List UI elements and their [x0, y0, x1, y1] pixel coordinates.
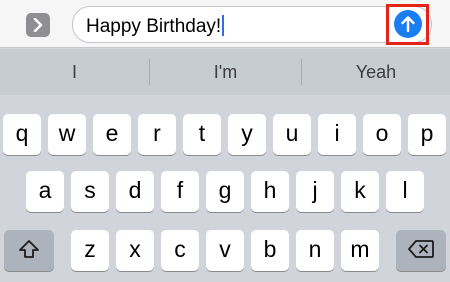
arrow-up-icon	[401, 16, 415, 33]
key-o[interactable]: o	[363, 114, 401, 155]
key-z[interactable]: z	[71, 230, 109, 271]
expand-apps-button[interactable]	[26, 13, 50, 37]
key-d[interactable]: d	[116, 171, 154, 212]
key-r[interactable]: r	[138, 114, 176, 155]
shift-arrow-icon	[19, 240, 39, 258]
key-p[interactable]: p	[408, 114, 446, 155]
key-c[interactable]: c	[161, 230, 199, 271]
key-v[interactable]: v	[206, 230, 244, 271]
predictive-text-bar: I I'm Yeah	[0, 49, 450, 95]
key-k[interactable]: k	[341, 171, 379, 212]
text-caret	[222, 15, 225, 36]
key-a[interactable]: a	[26, 171, 64, 212]
key-g[interactable]: g	[206, 171, 244, 212]
delete-key[interactable]	[396, 230, 446, 271]
compose-bar: Happy Birthday!	[0, 0, 450, 48]
backspace-icon	[408, 240, 434, 258]
key-h[interactable]: h	[251, 171, 289, 212]
message-input[interactable]: Happy Birthday!	[72, 6, 432, 43]
key-n[interactable]: n	[296, 230, 334, 271]
key-t[interactable]: t	[183, 114, 221, 155]
key-e[interactable]: e	[93, 114, 131, 155]
key-f[interactable]: f	[161, 171, 199, 212]
key-m[interactable]: m	[341, 230, 379, 271]
key-i[interactable]: i	[318, 114, 356, 155]
message-text: Happy Birthday!	[86, 15, 225, 38]
key-u[interactable]: u	[273, 114, 311, 155]
prediction-item[interactable]: I'm	[150, 49, 301, 95]
key-w[interactable]: w	[48, 114, 86, 155]
key-x[interactable]: x	[116, 230, 154, 271]
send-button[interactable]	[394, 10, 422, 38]
chevron-right-icon	[33, 18, 43, 32]
key-b[interactable]: b	[251, 230, 289, 271]
prediction-item[interactable]: I	[0, 49, 149, 95]
key-s[interactable]: s	[71, 171, 109, 212]
shift-key[interactable]	[4, 230, 54, 271]
prediction-item[interactable]: Yeah	[302, 49, 450, 95]
key-j[interactable]: j	[296, 171, 334, 212]
key-q[interactable]: q	[3, 114, 41, 155]
key-y[interactable]: y	[228, 114, 266, 155]
key-l[interactable]: l	[386, 171, 424, 212]
